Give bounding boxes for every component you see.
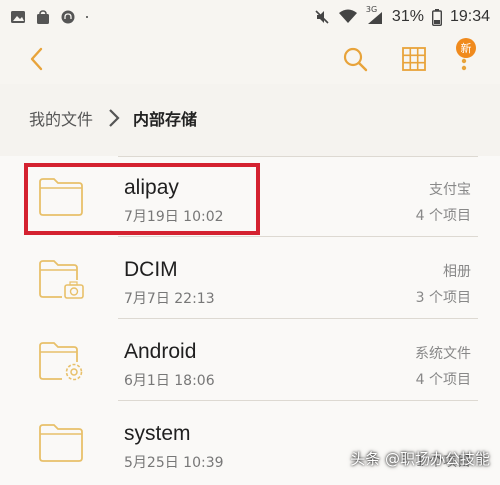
row-divider [118,318,478,319]
settings-folder-icon [39,342,83,381]
watermark: 头条 @职场办公技能 [350,450,490,468]
camera-folder-icon [39,260,84,299]
file-name: DCIM [124,258,178,281]
back-icon[interactable] [22,44,52,74]
search-icon[interactable] [340,44,370,74]
file-type: 系统文件 [415,346,471,362]
file-type: 支付宝 [429,182,471,198]
file-type: 相册 [443,264,471,280]
file-row-android[interactable]: Android 6月1日 18:06 系统文件 4 个项目 [0,320,500,401]
file-count: 4 个项目 [415,208,471,224]
breadcrumb-root[interactable]: 我的文件 [29,106,93,130]
file-date: 7月7日 22:13 [124,291,215,307]
row-divider [118,400,478,401]
breadcrumb-current: 内部存储 [133,110,198,129]
chevron-right-icon [109,109,120,127]
highlight-annotation [24,163,260,235]
file-date: 5月25日 10:39 [124,455,224,471]
battery-percent: 31% [391,8,424,25]
shopping-bag-icon [37,10,49,24]
file-row-system[interactable]: system 5月25日 10:39 1 个项目 [0,402,500,483]
file-name: Android [124,340,197,363]
file-date: 6月1日 18:06 [124,373,215,389]
clock: 19:34 [449,8,490,25]
status-left-icons [10,10,93,24]
file-name: system [124,422,191,445]
mute-icon [315,10,329,24]
file-count: 3 个项目 [415,290,471,306]
app-bar: 新 [0,34,500,84]
wifi-icon [338,9,357,23]
notification-dot-icon [86,16,88,18]
new-badge: 新 [456,38,476,58]
signal-icon: 3G [366,5,384,25]
row-divider [118,236,478,237]
folder-icon [39,424,83,462]
grid-view-icon[interactable] [399,44,429,74]
status-bar: 3G 31% 19:34 [0,0,500,34]
headset-icon [61,10,75,24]
gallery-icon [11,11,25,23]
battery-icon [431,8,442,26]
file-count: 4 个项目 [415,372,471,388]
file-row-dcim[interactable]: DCIM 7月7日 22:13 相册 3 个项目 [0,238,500,319]
breadcrumb: 我的文件 内部存储 [0,96,500,140]
status-right-icons: 3G 31% 19:34 [314,5,490,26]
